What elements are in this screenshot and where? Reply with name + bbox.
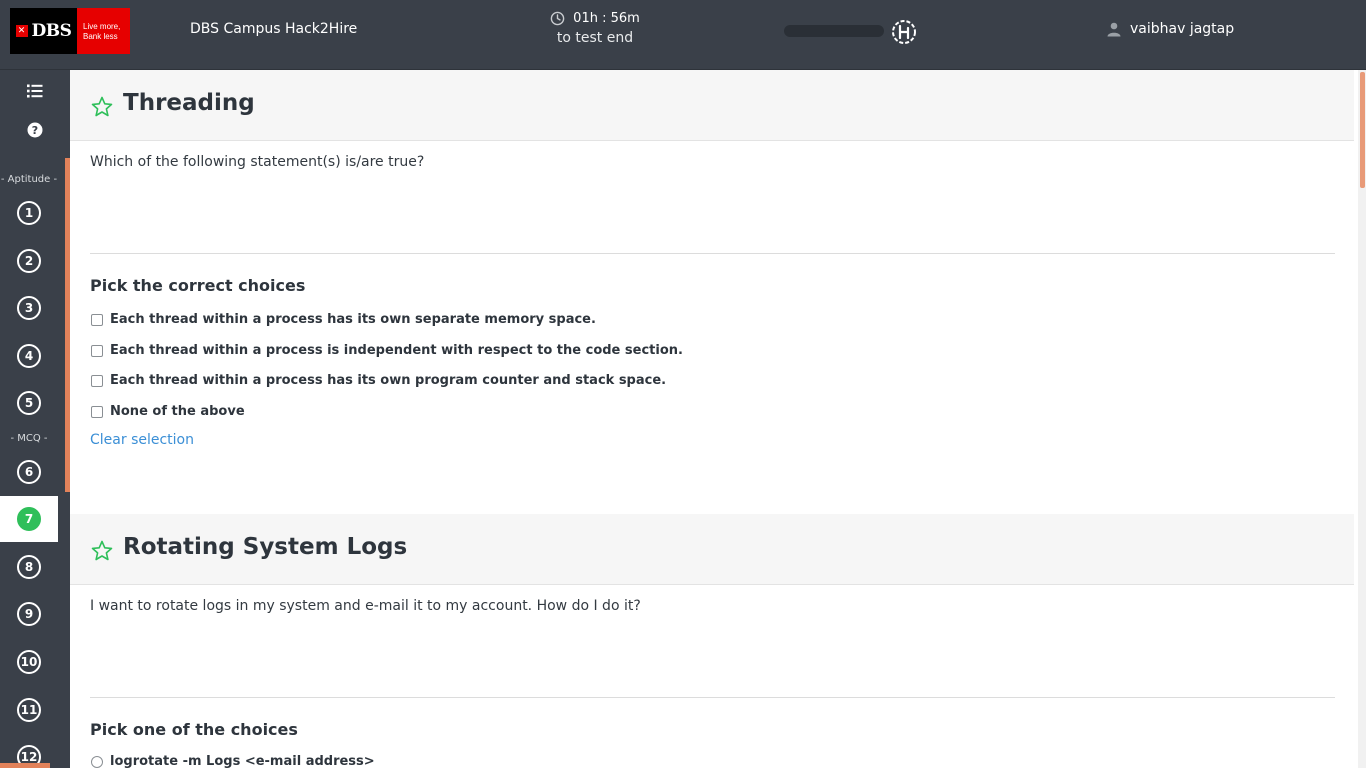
question-nav-11[interactable]: 11 bbox=[0, 687, 58, 733]
question-number: 3 bbox=[17, 296, 41, 320]
page-scrollbar[interactable] bbox=[1358, 70, 1366, 768]
dbs-tagline: Live more, Bank less bbox=[77, 8, 130, 54]
question-header: Rotating System Logs bbox=[70, 514, 1354, 585]
svg-text:?: ? bbox=[32, 124, 38, 137]
question-nav-9[interactable]: 9 bbox=[0, 591, 58, 637]
question-content: Threading Which of the following stateme… bbox=[70, 70, 1354, 768]
checkbox[interactable] bbox=[91, 374, 103, 387]
clock-icon bbox=[550, 11, 565, 26]
test-title: DBS Campus Hack2Hire bbox=[190, 21, 358, 37]
star-outline-icon[interactable] bbox=[90, 539, 114, 563]
pick-label: Pick the correct choices bbox=[90, 276, 306, 295]
star-outline-icon[interactable] bbox=[90, 95, 114, 119]
choice-option-2[interactable]: Each thread within a process is independ… bbox=[91, 343, 683, 358]
question-number: 5 bbox=[17, 391, 41, 415]
dbs-x-icon: ✕ bbox=[15, 25, 28, 37]
dbs-tagline-line1: Live more, bbox=[83, 22, 121, 31]
checkbox[interactable] bbox=[91, 344, 103, 357]
question-number: 9 bbox=[17, 602, 41, 626]
section-label-mcq: - MCQ - bbox=[10, 433, 48, 444]
question-number: 4 bbox=[17, 344, 41, 368]
question-number: 1 bbox=[17, 201, 41, 225]
question-text: Which of the following statement(s) is/a… bbox=[90, 154, 425, 170]
timer-remaining: 01h : 56m bbox=[573, 11, 640, 26]
user-icon bbox=[1107, 22, 1121, 37]
choice-label: Each thread within a process has its own… bbox=[110, 373, 667, 388]
dbs-wordmark: DBS bbox=[31, 21, 72, 41]
divider bbox=[90, 253, 1335, 254]
user-name: vaibhav jagtap bbox=[1130, 21, 1235, 37]
test-progress-bar bbox=[784, 25, 884, 37]
question-title: Threading bbox=[123, 90, 255, 116]
choice-option-4[interactable]: None of the above bbox=[91, 404, 245, 419]
timer-caption: to test end bbox=[556, 30, 634, 46]
divider bbox=[90, 697, 1335, 698]
choice-label: logrotate -m Logs <e-mail address> bbox=[110, 754, 375, 768]
dbs-logo-mark: ✕ DBS bbox=[10, 8, 77, 54]
question-header: Threading bbox=[70, 70, 1354, 141]
choice-option-1[interactable]: logrotate -m Logs <e-mail address> bbox=[91, 754, 375, 768]
list-icon[interactable] bbox=[25, 81, 45, 101]
question-nav-6[interactable]: 6 bbox=[0, 449, 58, 495]
question-number: 10 bbox=[17, 650, 41, 674]
sidebar-bottom-accent bbox=[0, 763, 50, 768]
section-label-aptitude: - Aptitude - bbox=[0, 174, 58, 185]
question-nav-1[interactable]: 1 bbox=[0, 190, 58, 236]
question-nav-4[interactable]: 4 bbox=[0, 333, 58, 379]
question-title: Rotating System Logs bbox=[123, 534, 408, 560]
checkbox[interactable] bbox=[91, 313, 103, 326]
choice-option-1[interactable]: Each thread within a process has its own… bbox=[91, 312, 596, 327]
clear-selection-link[interactable]: Clear selection bbox=[90, 432, 194, 448]
dbs-logo: ✕ DBS Live more, Bank less bbox=[10, 8, 130, 54]
question-nav-10[interactable]: 10 bbox=[0, 639, 58, 685]
choice-option-3[interactable]: Each thread within a process has its own… bbox=[91, 373, 666, 388]
question-nav-7-active[interactable]: 7 bbox=[0, 496, 58, 542]
pick-label: Pick one of the choices bbox=[90, 720, 298, 739]
hackerearth-logo-icon bbox=[892, 20, 916, 44]
question-circle-icon[interactable]: ? bbox=[25, 120, 45, 140]
checkbox[interactable] bbox=[91, 405, 103, 418]
question-nav-3[interactable]: 3 bbox=[0, 285, 58, 331]
question-number: 7 bbox=[17, 507, 41, 531]
question-number: 2 bbox=[17, 249, 41, 273]
question-nav-5[interactable]: 5 bbox=[0, 380, 58, 426]
radio-button[interactable] bbox=[91, 755, 103, 768]
question-sidebar: ? - Aptitude - 1 2 3 4 5 - MCQ - 6 7 8 9… bbox=[0, 70, 70, 768]
top-header: ✕ DBS Live more, Bank less DBS Campus Ha… bbox=[0, 0, 1366, 70]
choice-label: Each thread within a process has its own… bbox=[110, 312, 596, 327]
question-nav-8[interactable]: 8 bbox=[0, 544, 58, 590]
question-nav-2[interactable]: 2 bbox=[0, 238, 58, 284]
test-timer: 01h : 56m to test end bbox=[540, 11, 650, 46]
question-text: I want to rotate logs in my system and e… bbox=[90, 598, 641, 614]
dbs-tagline-line2: Bank less bbox=[83, 32, 118, 41]
choice-label: None of the above bbox=[110, 404, 245, 419]
scrollbar-thumb[interactable] bbox=[1360, 72, 1365, 188]
question-number: 6 bbox=[17, 460, 41, 484]
question-number: 11 bbox=[17, 698, 41, 722]
choice-label: Each thread within a process is independ… bbox=[110, 343, 683, 358]
question-number: 8 bbox=[17, 555, 41, 579]
user-menu[interactable]: vaibhav jagtap bbox=[1106, 21, 1234, 37]
